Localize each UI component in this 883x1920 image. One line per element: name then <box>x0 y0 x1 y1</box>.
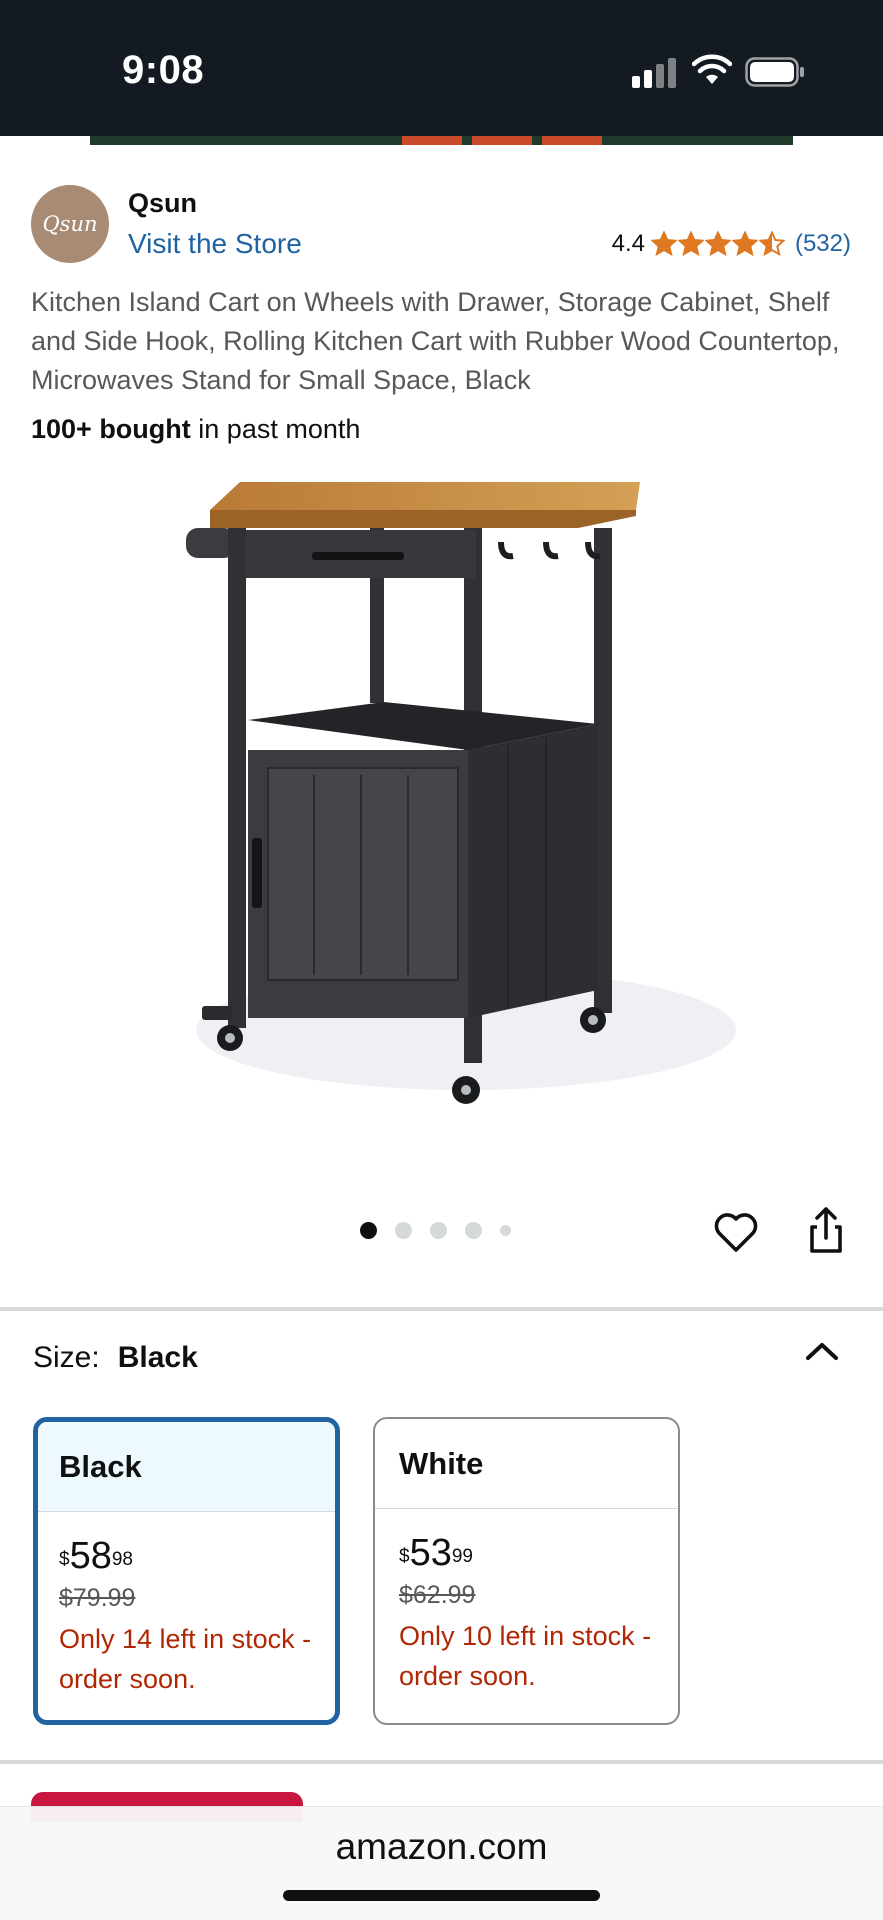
share-icon[interactable] <box>802 1205 850 1255</box>
size-label: Size: <box>33 1341 100 1374</box>
carousel-dot[interactable] <box>465 1222 482 1239</box>
carousel-dot[interactable] <box>500 1225 511 1236</box>
bought-count: 100+ bought <box>31 414 191 444</box>
visit-store-link[interactable]: Visit the Store <box>128 228 302 260</box>
price-symbol: $ <box>399 1546 410 1567</box>
stock-warning: Only 14 left in stock - order soon. <box>59 1624 312 1694</box>
star-full-icon <box>704 231 731 257</box>
stock-warning: Only 10 left in stock - order soon. <box>399 1621 652 1691</box>
star-rating <box>650 231 785 257</box>
banner-strip <box>90 136 793 145</box>
heart-icon[interactable] <box>712 1208 760 1256</box>
option-price: $5898 <box>59 1534 311 1578</box>
chevron-up-icon[interactable] <box>800 1336 844 1366</box>
list-price: $62.99 <box>399 1581 476 1609</box>
rating-count-link[interactable]: (532) <box>795 230 851 258</box>
image-carousel-dots[interactable] <box>360 1222 511 1239</box>
star-full-icon <box>731 231 758 257</box>
url-display[interactable]: amazon.com <box>0 1826 883 1868</box>
option-price: $5399 <box>399 1531 654 1575</box>
price-cents: 99 <box>451 1546 473 1567</box>
product-title: Kitchen Island Cart on Wheels with Drawe… <box>31 287 840 395</box>
product-image[interactable] <box>136 470 746 1115</box>
size-option-white[interactable]: White $5399 $62.99 Only 10 left in stock… <box>373 1417 680 1725</box>
carousel-dot[interactable] <box>395 1222 412 1239</box>
home-indicator[interactable] <box>283 1890 600 1901</box>
bought-in-past-month: 100+ bought in past month <box>31 414 360 445</box>
price-whole: 53 <box>409 1532 452 1574</box>
status-time: 9:08 <box>122 48 205 92</box>
carousel-dot[interactable] <box>360 1222 377 1239</box>
star-full-icon <box>677 231 704 257</box>
size-option-name: Black <box>38 1422 335 1512</box>
size-selector-header[interactable]: Size: Black <box>33 1341 198 1375</box>
star-half-icon <box>758 231 785 257</box>
size-selected-value: Black <box>117 1341 198 1374</box>
cellular-signal-icon <box>632 58 678 88</box>
section-divider <box>0 1760 883 1764</box>
battery-icon <box>745 57 804 87</box>
size-option-name: White <box>375 1419 678 1509</box>
rating-summary[interactable]: 4.4 (532) <box>612 230 851 258</box>
brand-name: Qsun <box>128 188 198 218</box>
price-whole: 58 <box>69 1535 112 1577</box>
price-cents: 98 <box>111 1549 133 1570</box>
wifi-icon <box>692 54 732 84</box>
price-symbol: $ <box>59 1549 70 1570</box>
brand-logo-avatar[interactable]: Qsun <box>31 185 109 263</box>
bought-suffix: in past month <box>190 414 361 444</box>
size-option-black[interactable]: Black $5898 $79.99 Only 14 left in stock… <box>33 1417 340 1725</box>
star-full-icon <box>650 231 677 257</box>
rating-value: 4.4 <box>611 230 645 257</box>
list-price: $79.99 <box>59 1584 136 1612</box>
status-bar: 9:08 <box>0 0 883 136</box>
carousel-dot[interactable] <box>430 1222 447 1239</box>
section-divider <box>0 1307 883 1311</box>
